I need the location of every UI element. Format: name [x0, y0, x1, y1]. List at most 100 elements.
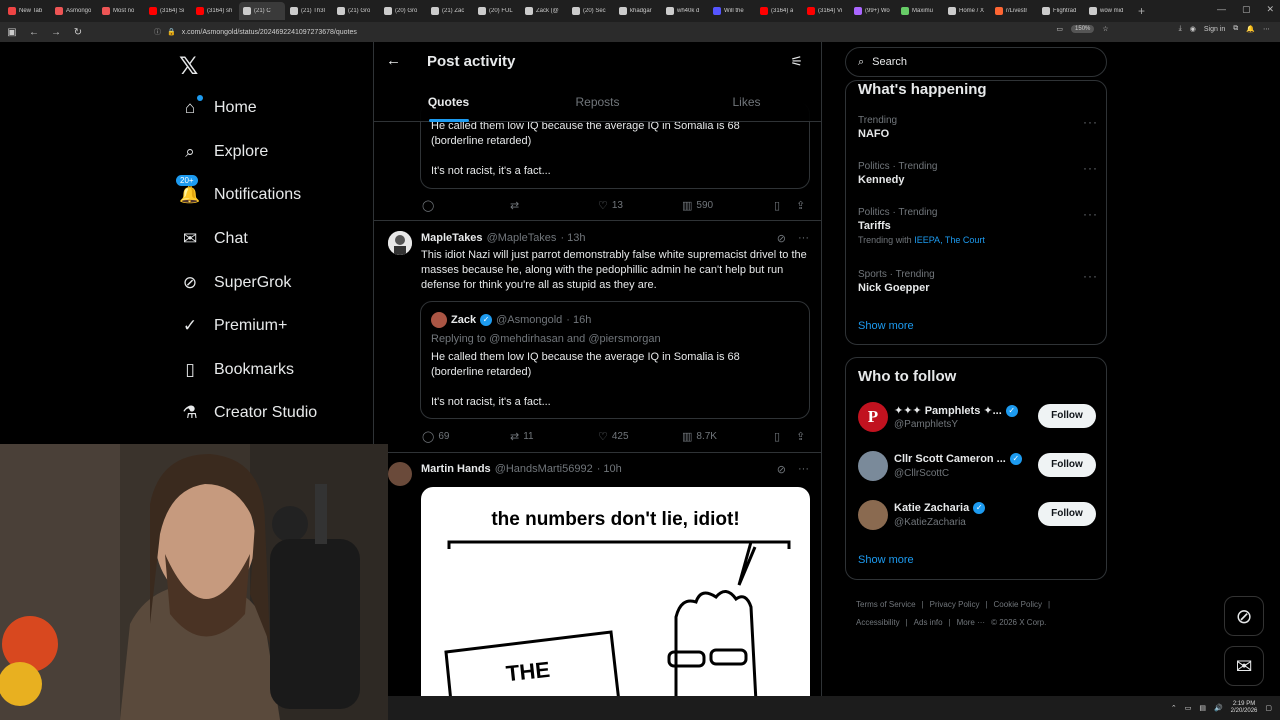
tab-reposts[interactable]: Reposts: [523, 92, 672, 122]
nav-item-explore[interactable]: ⌕ Explore: [180, 137, 268, 167]
trending-with-links[interactable]: IEEPA, The Court: [914, 235, 985, 245]
nav-item-home[interactable]: ⌂ Home: [180, 93, 257, 123]
follow-button[interactable]: Follow: [1038, 502, 1096, 526]
share-button[interactable]: ⇪: [796, 199, 805, 212]
browser-tab[interactable]: (21) C: [239, 2, 285, 20]
screen-icon[interactable]: ▭: [1056, 25, 1063, 33]
nav-item-premium[interactable]: ✓ Premium+: [180, 311, 287, 341]
profile-icon[interactable]: ◉: [1190, 25, 1196, 33]
reply-button[interactable]: ◯: [422, 199, 510, 212]
browser-tab[interactable]: (20) FUL: [474, 2, 520, 20]
trend-item[interactable]: Sports · Trending Nick Goepper ···: [858, 269, 1098, 294]
new-tab-icon[interactable]: +: [1138, 4, 1145, 18]
browser-tab[interactable]: Asmongo: [51, 2, 97, 20]
browser-tab[interactable]: (3164) Vi: [803, 2, 849, 20]
browser-tab[interactable]: (20) Gro: [380, 2, 426, 20]
follow-button[interactable]: Follow: [1038, 453, 1096, 477]
back-icon[interactable]: ←: [28, 27, 40, 38]
bookmark-button[interactable]: ▯: [774, 430, 796, 443]
follow-suggestion[interactable]: P ✦✦✦ Pamphlets ✦... ✓ @PamphletsY Follow: [858, 402, 1096, 434]
messages-fab[interactable]: ✉: [1224, 646, 1264, 686]
author-handle[interactable]: @MapleTakes: [487, 232, 557, 244]
like-button[interactable]: ♡ 13: [598, 199, 682, 212]
browser-tab[interactable]: Most no: [98, 2, 144, 20]
extensions-icon[interactable]: ⧉: [1233, 25, 1238, 33]
avatar[interactable]: [388, 231, 412, 255]
like-button[interactable]: ♡ 425: [598, 430, 682, 443]
close-window-icon[interactable]: ✕: [1266, 4, 1274, 15]
notification-icon[interactable]: ▢: [1265, 704, 1272, 712]
network-icon[interactable]: ▤: [1199, 704, 1206, 712]
more-icon[interactable]: ···: [1083, 115, 1098, 129]
grok-icon[interactable]: ⊘: [777, 232, 786, 245]
quoted-post-card[interactable]: Zack ✓ @Asmongold · 16h Replying to @meh…: [420, 301, 810, 419]
x-logo-icon[interactable]: 𝕏: [179, 52, 198, 81]
footer-link[interactable]: Privacy Policy: [930, 600, 980, 609]
browser-tab[interactable]: r/Livestr: [991, 2, 1037, 20]
grok-icon[interactable]: ⊘: [777, 463, 786, 476]
author-name[interactable]: MapleTakes: [421, 232, 483, 244]
author-handle[interactable]: @HandsMarti56992: [495, 463, 593, 475]
repost-button[interactable]: ⇄: [510, 199, 598, 212]
nav-item-chat[interactable]: ✉ Chat: [180, 224, 248, 254]
forward-icon[interactable]: →: [50, 27, 62, 38]
nav-item-creator-studio[interactable]: ⚗ Creator Studio: [180, 398, 317, 428]
show-more-link[interactable]: Show more: [858, 554, 914, 566]
browser-tab[interactable]: (99+) Wo: [850, 2, 896, 20]
views-button[interactable]: ▥ 590: [682, 199, 774, 212]
menu-icon[interactable]: ⋯: [1263, 25, 1270, 33]
bookmark-button[interactable]: ▯: [774, 199, 796, 212]
nav-item-notifications[interactable]: 🔔 20+ Notifications: [176, 175, 301, 210]
more-icon[interactable]: ···: [1083, 161, 1098, 175]
browser-tab[interactable]: (21) Zac: [427, 2, 473, 20]
post-time[interactable]: · 13h: [560, 232, 585, 244]
more-icon[interactable]: ···: [1083, 207, 1098, 221]
browser-tab[interactable]: khadgar: [615, 2, 661, 20]
show-more-link[interactable]: Show more: [858, 320, 914, 332]
notification-icon[interactable]: 🔔: [1246, 25, 1255, 33]
clock[interactable]: 2:19 PM 2/20/2026: [1231, 701, 1258, 715]
browser-tab[interactable]: wh40k d: [662, 2, 708, 20]
browser-tab[interactable]: New Tab: [4, 2, 50, 20]
browser-tab[interactable]: Maximu: [897, 2, 943, 20]
site-info-icon[interactable]: ⓘ: [154, 27, 161, 37]
trend-item[interactable]: Politics · Trending Tariffs Trending wit…: [858, 207, 1098, 245]
monitor-icon[interactable]: ▭: [1185, 704, 1192, 712]
footer-link[interactable]: More ···: [957, 618, 985, 627]
favorite-icon[interactable]: ☆: [1102, 25, 1108, 33]
browser-tab[interactable]: Zack (@: [521, 2, 567, 20]
follow-button[interactable]: Follow: [1038, 404, 1096, 428]
maximize-icon[interactable]: ▢: [1242, 4, 1251, 15]
post-image[interactable]: the numbers don't lie, idiot! THE: [421, 487, 810, 696]
post-time[interactable]: · 10h: [597, 463, 622, 475]
views-button[interactable]: ▥ 8.7K: [682, 430, 774, 443]
browser-tab[interactable]: (3164) Si: [145, 2, 191, 20]
browser-tab[interactable]: (3164) a: [756, 2, 802, 20]
browser-tab[interactable]: (21) Th3l: [286, 2, 332, 20]
more-icon[interactable]: ···: [798, 232, 809, 245]
sign-in-label[interactable]: Sign in: [1204, 26, 1225, 33]
tab-likes[interactable]: Likes: [672, 92, 821, 122]
more-icon[interactable]: ···: [798, 463, 809, 476]
filter-icon[interactable]: ⚟: [790, 53, 803, 70]
browser-tab[interactable]: (3164) sh: [192, 2, 238, 20]
reload-icon[interactable]: ↻: [72, 27, 84, 38]
tab-quotes[interactable]: Quotes: [374, 92, 523, 122]
search-input[interactable]: ⌕ Search: [845, 47, 1107, 77]
footer-link[interactable]: Accessibility: [856, 618, 900, 627]
repost-button[interactable]: ⇄ 11: [510, 430, 598, 443]
zoom-level[interactable]: 150%: [1071, 25, 1095, 33]
browser-tab[interactable]: Flightrad: [1038, 2, 1084, 20]
reply-button[interactable]: ◯ 69: [422, 430, 510, 443]
browser-tab[interactable]: Will the: [709, 2, 755, 20]
more-icon[interactable]: ···: [1083, 269, 1098, 283]
grok-fab[interactable]: ⊘: [1224, 596, 1264, 636]
sidebar-toggle-icon[interactable]: ▣: [6, 27, 18, 38]
share-button[interactable]: ⇪: [796, 430, 805, 443]
author-name[interactable]: Martin Hands: [421, 463, 491, 475]
url-field[interactable]: ⓘ 🔒 x.com/Asmongold/status/2024692241097…: [154, 27, 357, 37]
nav-item-supergrok[interactable]: ⊘ SuperGrok: [180, 268, 292, 298]
browser-tab[interactable]: (21) Gro: [333, 2, 379, 20]
url-text[interactable]: x.com/Asmongold/status/20246922410972736…: [182, 29, 357, 36]
footer-link[interactable]: Cookie Policy: [994, 600, 1042, 609]
